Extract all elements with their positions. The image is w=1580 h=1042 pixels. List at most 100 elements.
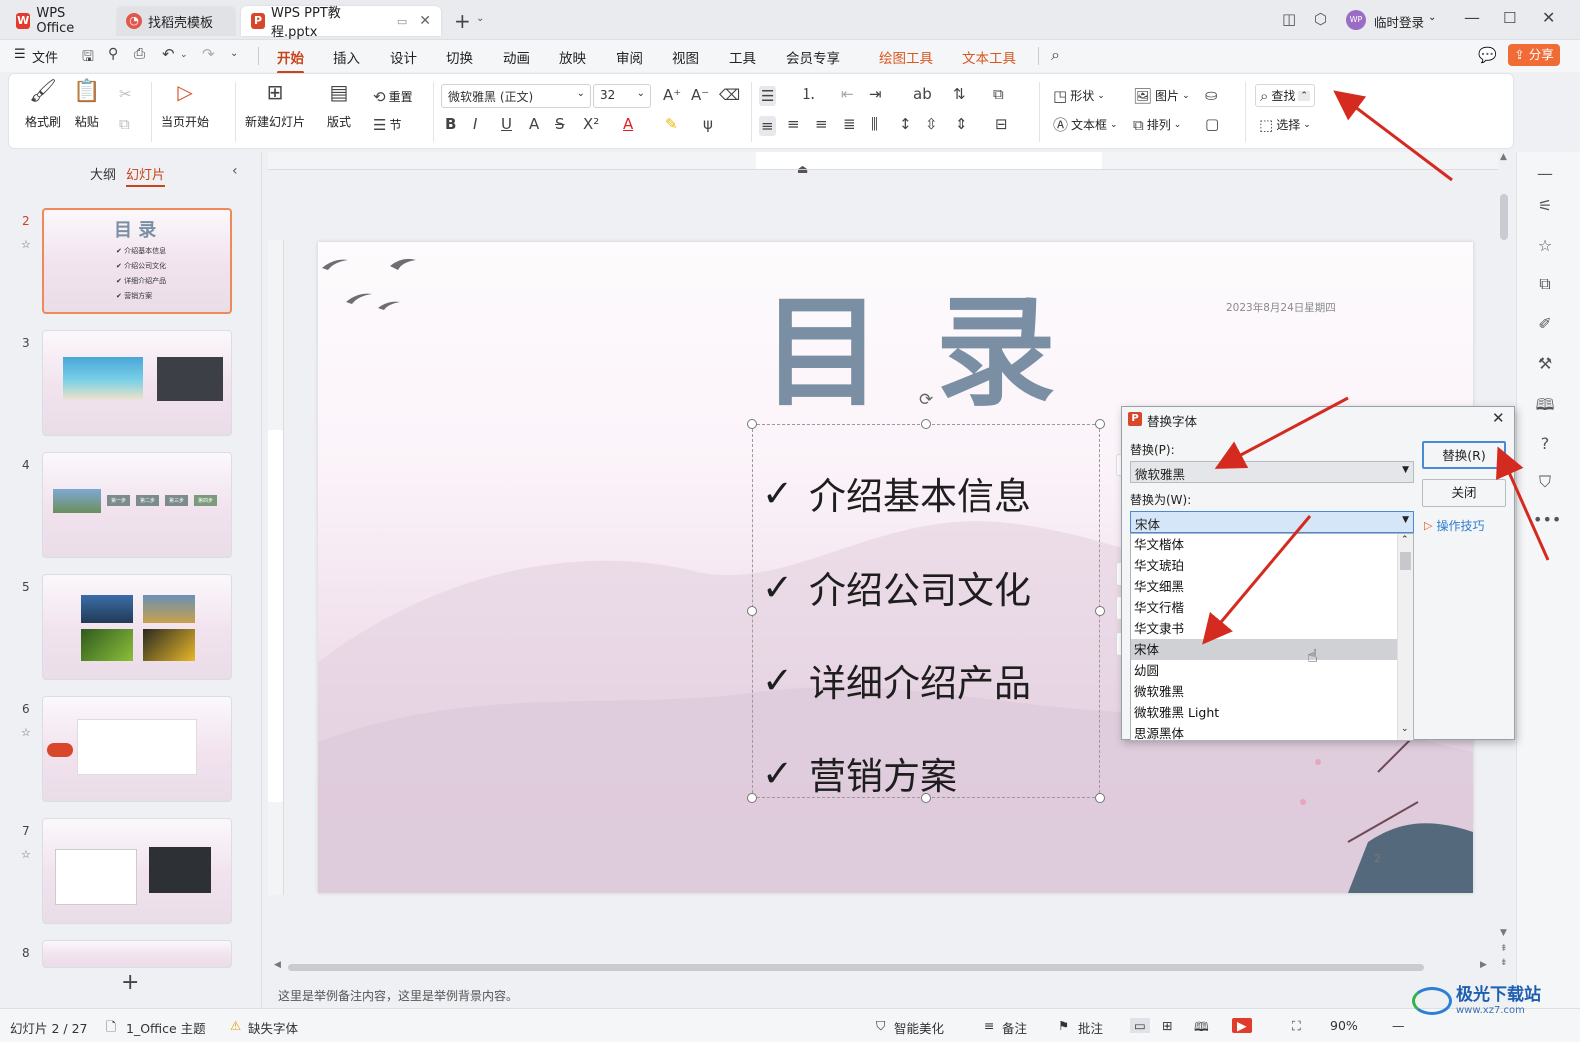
paragraph-spacing-icon[interactable]: ⇳ <box>925 116 938 132</box>
resize-handle[interactable] <box>747 793 757 803</box>
book-icon[interactable]: 🕮 <box>1533 394 1557 421</box>
file-menu[interactable]: 文件 <box>32 47 58 66</box>
star-icon[interactable]: ☆ <box>21 238 31 251</box>
resize-handle[interactable] <box>1095 419 1105 429</box>
tab-design[interactable]: 设计 <box>390 47 417 67</box>
paste-button[interactable]: 📋 粘贴 <box>73 81 100 130</box>
tab-member[interactable]: 会员专享 <box>786 47 840 67</box>
tab-slides[interactable]: 幻灯片 <box>126 164 166 187</box>
decrease-indent-icon[interactable]: ⇤ <box>841 86 854 102</box>
vertical-scrollbar[interactable] <box>1500 194 1508 240</box>
share-button[interactable]: ⇪ 分享 <box>1508 44 1560 66</box>
layout-button[interactable]: ▤ 版式 <box>327 82 351 130</box>
replace-with-select[interactable]: 宋体 ▼ <box>1130 511 1414 533</box>
format-painter-button[interactable]: 🖌 格式刷 <box>25 81 61 130</box>
bullet-item[interactable]: ✓ 介绍公司文化 <box>762 560 1031 614</box>
play-icon[interactable]: ▶ <box>1232 1018 1252 1033</box>
line-spacing-icon[interactable]: ↕ <box>899 116 912 132</box>
bullet-item[interactable]: ✓ 介绍基本信息 <box>762 466 1031 520</box>
tab-text-tools[interactable]: 文本工具 <box>962 47 1016 67</box>
prev-slide-icon[interactable]: ⇞ <box>1500 944 1508 954</box>
slide-thumbnail-2[interactable]: 目 录 ✔ 介绍基本信息 ✔ 介绍公司文化 ✔ 详细介绍产品 ✔ 营销方案 <box>42 208 232 314</box>
bold-icon[interactable]: B <box>445 116 456 132</box>
zoom-out-icon[interactable]: — <box>1392 1018 1405 1033</box>
font-option[interactable]: 微软雅黑 Light <box>1131 702 1397 723</box>
tab-review[interactable]: 审阅 <box>616 47 643 67</box>
more-icon[interactable]: ••• <box>1533 510 1561 529</box>
fit-icon[interactable]: ⛶ <box>1292 1018 1301 1034</box>
zoom-level[interactable]: 90% <box>1330 1018 1358 1033</box>
section-button[interactable]: ☰ 节 <box>373 116 401 133</box>
highlight-icon[interactable]: ✎ <box>665 116 678 132</box>
textbox-button[interactable]: Ⓐ 文本框 ⌄ <box>1053 116 1118 133</box>
rotate-handle-icon[interactable]: ⟳ <box>919 390 933 410</box>
italic-icon[interactable]: I <box>473 116 477 132</box>
bullet-item[interactable]: ✓ 详细介绍产品 <box>762 653 1031 707</box>
cube-icon[interactable]: ⬡ <box>1314 10 1327 28</box>
sort-icon[interactable]: ⇅ <box>953 86 966 102</box>
resize-handle[interactable] <box>747 606 757 616</box>
text-shadow-icon[interactable]: A <box>529 116 539 132</box>
font-option[interactable]: 华文琥珀 <box>1131 555 1397 576</box>
comment-icon[interactable]: ⚑ <box>1058 1018 1069 1033</box>
slide-thumbnail-6[interactable] <box>42 696 232 802</box>
minimize-icon[interactable]: — <box>1464 8 1480 27</box>
replace-button[interactable]: 替换(R) <box>1422 441 1506 469</box>
tab-outline[interactable]: 大纲 <box>90 164 116 183</box>
close-dialog-icon[interactable]: ✕ <box>1492 409 1505 427</box>
text-direction-icon[interactable]: ab <box>913 86 932 102</box>
phonetic-icon[interactable]: ψ <box>703 116 713 132</box>
scroll-up-icon[interactable]: ▲ <box>1500 152 1507 162</box>
replace-font-select[interactable]: 微软雅黑 ▼ <box>1130 461 1414 483</box>
slide-title[interactable]: 目 录 <box>762 284 1062 424</box>
underline-icon[interactable]: U <box>501 116 512 132</box>
tab-transition[interactable]: 切换 <box>446 47 473 67</box>
resize-handle[interactable] <box>747 419 757 429</box>
tab-tools[interactable]: 工具 <box>729 47 756 67</box>
theme-name[interactable]: 1_Office 主题 <box>126 1018 206 1037</box>
hamburger-icon[interactable]: ☰ <box>14 47 26 62</box>
arrange-button[interactable]: ⧉ 排列 ⌄ <box>1133 116 1181 133</box>
columns-icon[interactable]: ⫼ <box>871 116 878 132</box>
notes-toggle-icon[interactable]: ≡ <box>984 1018 994 1033</box>
font-option[interactable]: 微软雅黑 <box>1131 681 1397 702</box>
grid-view-icon[interactable]: ⊞ <box>1162 1018 1172 1033</box>
font-name-select[interactable]: 微软雅黑 (正文) ⌄ <box>441 84 591 108</box>
chevron-down-icon[interactable]: ⌄ <box>476 13 484 24</box>
scroll-right-icon[interactable]: ▶ <box>1480 960 1487 970</box>
collapse-icon[interactable]: — <box>1533 164 1557 183</box>
slide-date[interactable]: 2023年8月24日星期四 <box>1226 300 1336 315</box>
align-right-icon[interactable]: ≡ <box>815 116 828 132</box>
help-icon[interactable]: ? <box>1533 434 1557 453</box>
copy-panel-icon[interactable]: ⧉ <box>1533 274 1557 294</box>
reset-button[interactable]: ⟲ 重置 <box>373 88 413 105</box>
star-icon[interactable]: ☆ <box>21 726 31 739</box>
close-button[interactable]: 关闭 <box>1422 479 1506 507</box>
new-tab-icon[interactable]: + <box>454 9 471 33</box>
clear-format-icon[interactable]: ⌫ <box>719 87 740 103</box>
font-option[interactable]: 思源黑体 <box>1131 723 1397 740</box>
resize-handle[interactable] <box>1095 606 1105 616</box>
bullet-list-icon[interactable]: ☰ <box>759 86 777 106</box>
resize-handle[interactable] <box>1095 793 1105 803</box>
tab-drawing-tools[interactable]: 绘图工具 <box>879 47 933 67</box>
new-slide-button[interactable]: ⊞ 新建幻灯片 <box>245 82 305 130</box>
star-icon[interactable]: ☆ <box>1533 236 1557 255</box>
beautify-button[interactable]: 智能美化 <box>894 1018 944 1037</box>
beautify-icon[interactable]: ⛉ <box>876 1018 885 1034</box>
star-icon[interactable]: ☆ <box>21 848 31 861</box>
justify-icon[interactable]: ≣ <box>843 116 856 132</box>
select-button[interactable]: ⬚ 选择 ⌄ <box>1259 116 1311 133</box>
scroll-thumb[interactable] <box>1400 552 1411 570</box>
font-option[interactable]: 华文楷体 <box>1131 534 1397 555</box>
font-dropdown-list[interactable]: 华文楷体 华文琥珀 华文细黑 华文行楷 华文隶书 宋体 幼圆 微软雅黑 微软雅黑… <box>1130 533 1414 741</box>
missing-font[interactable]: 缺失字体 <box>248 1018 298 1037</box>
text-box-align-icon[interactable]: ⊟ <box>995 116 1008 132</box>
font-option[interactable]: 幼圆 <box>1131 660 1397 681</box>
notes-area[interactable]: 这里是举例备注内容，这里是举例背景内容。 <box>268 978 1514 1008</box>
theme-icon[interactable]: 🗋 <box>106 1018 116 1039</box>
notes-toggle[interactable]: 备注 <box>1002 1018 1027 1037</box>
tools-icon[interactable]: ⚒ <box>1533 354 1557 373</box>
font-option[interactable]: 华文隶书 <box>1131 618 1397 639</box>
sidebar-toggle-icon[interactable]: ◫ <box>1282 10 1296 28</box>
